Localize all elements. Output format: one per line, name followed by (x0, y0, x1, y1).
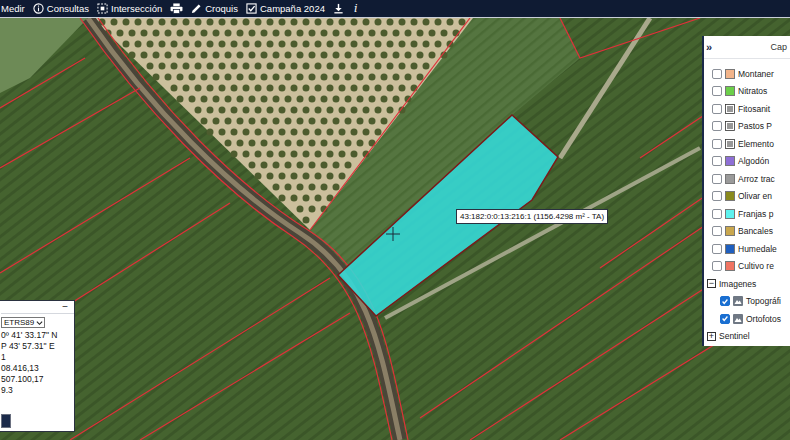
tick-icon (721, 297, 729, 306)
toolbar-glyph-button[interactable]: i (352, 2, 360, 15)
legend-list-icon (725, 121, 735, 131)
toolbar-toggle-button[interactable]: Campaña 2024 (246, 3, 325, 14)
tick-icon (721, 314, 729, 323)
layer-item[interactable]: Elemento (704, 135, 790, 153)
layer-item[interactable]: Cultivo re (704, 258, 790, 276)
layer-item[interactable]: Arroz trac (704, 170, 790, 188)
toolbar-download-button[interactable] (333, 3, 344, 14)
map-canvas[interactable]: 43:182:0:0:13:216:1 (1156.4298 m² - TA) »… (0, 18, 790, 440)
coordinate-value: 9.3 (1, 385, 74, 396)
coordinate-value: P 43' 57.31" E (1, 341, 74, 352)
toolbar-select-button[interactable]: Intersección (97, 3, 162, 14)
color-swatch-icon (725, 226, 735, 236)
image-layer-item[interactable]: Topográfi (704, 293, 790, 311)
toolbar-plain-button[interactable]: Medir (1, 3, 25, 14)
layer-checkbox[interactable] (712, 156, 722, 166)
legend-list-icon (725, 104, 735, 114)
layer-checkbox[interactable] (712, 121, 722, 131)
color-swatch-icon (725, 174, 735, 184)
toolbar-info-button[interactable]: Consultas (33, 3, 89, 14)
layer-checkbox[interactable] (712, 209, 722, 219)
layer-checkbox[interactable] (712, 261, 722, 271)
printer-icon (170, 3, 183, 14)
layer-checkbox[interactable] (712, 226, 722, 236)
layer-checkbox[interactable] (712, 139, 722, 149)
layer-list: MontanerNitratosFitosanitPastos PElement… (704, 59, 790, 345)
layer-item[interactable]: Humedale (704, 240, 790, 258)
layer-checkbox[interactable] (720, 314, 730, 324)
info-icon (33, 3, 44, 14)
image-mountain-icon (733, 296, 743, 306)
layers-header: » Cap (704, 36, 790, 59)
layer-item[interactable]: Fitosanit (704, 100, 790, 118)
layer-checkbox[interactable] (720, 296, 730, 306)
color-swatch-icon (725, 244, 735, 254)
projection-select[interactable]: ETRS89 (1, 317, 45, 328)
layer-item[interactable]: Pastos P (704, 118, 790, 136)
image-mountain-icon (733, 314, 743, 324)
layer-item[interactable]: Franjas p (704, 205, 790, 223)
coordinate-value: 08.416,13 (1, 363, 74, 374)
layers-panel: » Cap MontanerNitratosFitosanitPastos PEle… (702, 36, 790, 346)
map-viewer: Medir Consultas Intersección Croquis Campaña… (0, 0, 790, 440)
campaign-checkbox-icon (246, 3, 257, 14)
layer-item[interactable]: Montaner (704, 65, 790, 83)
toolbar-draw-button[interactable]: Croquis (191, 3, 238, 14)
pencil-icon (191, 3, 202, 14)
coordinates-header: − (1, 301, 74, 314)
color-swatch-icon (725, 191, 735, 201)
coordinate-value: 1 (1, 352, 74, 363)
layer-group[interactable]: +Sentinel (704, 328, 790, 346)
collapse-button[interactable]: » (706, 41, 712, 53)
layer-checkbox[interactable] (712, 174, 722, 184)
color-swatch-icon (725, 69, 735, 79)
coordinate-value: 507.100,17 (1, 374, 74, 385)
toolbar-print-button[interactable] (170, 3, 183, 14)
color-swatch-icon (725, 86, 735, 96)
intersection-icon (97, 3, 108, 14)
color-swatch-icon (725, 261, 735, 271)
coordinate-value: 0º 41' 33.17" N (1, 330, 74, 341)
toolbar: Medir Consultas Intersección Croquis Campaña… (0, 0, 790, 18)
layer-checkbox[interactable] (712, 244, 722, 254)
group-toggle[interactable]: − (707, 279, 716, 288)
dropdown-caret-icon (36, 320, 43, 326)
group-toggle[interactable]: + (707, 332, 716, 341)
layer-checkbox[interactable] (712, 104, 722, 114)
layer-item[interactable]: Nitratos (704, 83, 790, 101)
layer-item[interactable]: Bancales (704, 223, 790, 241)
layer-item[interactable]: Algodón (704, 153, 790, 171)
parcel-tooltip: 43:182:0:0:13:216:1 (1156.4298 m² - TA) (456, 209, 608, 224)
image-layer-item[interactable]: Ortofotos (704, 310, 790, 328)
color-swatch-icon (725, 209, 735, 219)
color-swatch-icon (725, 156, 735, 166)
coords-button[interactable] (1, 414, 11, 428)
layer-checkbox[interactable] (712, 191, 722, 201)
coordinates-panel: − ETRS89 0º 41' 33.17" NP 43' 57.31" E108.… (0, 300, 75, 432)
download-icon (333, 3, 344, 14)
legend-list-icon (725, 139, 735, 149)
layer-item[interactable]: Olivar en (704, 188, 790, 206)
orthophoto-map (0, 18, 790, 440)
minimize-button[interactable]: − (62, 302, 68, 312)
layer-checkbox[interactable] (712, 86, 722, 96)
layer-group[interactable]: −Imagenes (704, 275, 790, 293)
layers-title: Cap (770, 42, 787, 52)
layer-checkbox[interactable] (712, 69, 722, 79)
crosshair-cursor-icon (386, 227, 400, 241)
